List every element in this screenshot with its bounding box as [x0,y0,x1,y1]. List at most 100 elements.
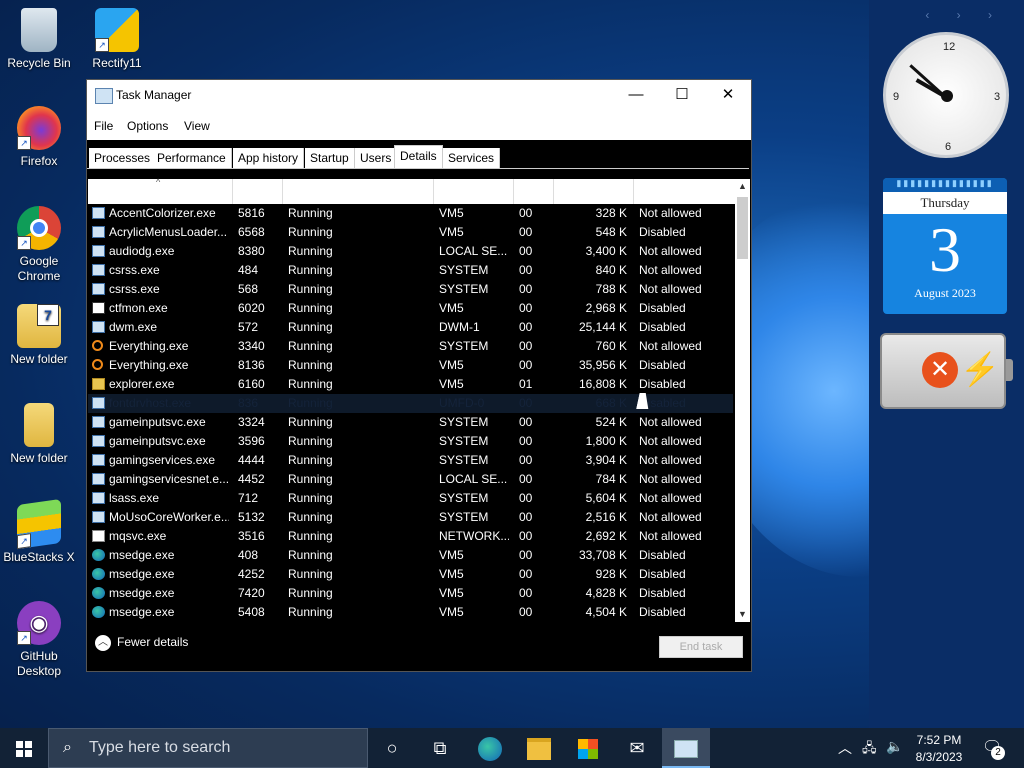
store-icon[interactable] [564,728,612,768]
fewer-details-button[interactable]: ︿ Fewer details [95,635,188,651]
clock-tray[interactable]: 7:52 PM 8/3/2023 [915,733,963,764]
cell-uac: Not allowed [639,434,702,448]
cell-mem: 4,828 K [585,586,627,600]
desktop-icon-new-folder-1[interactable]: 7 New folder [0,304,78,367]
cell-cpu: 00 [519,358,533,372]
cell-uac: Disabled [639,358,686,372]
table-row[interactable]: gameinputsvc.exe 3324 Running SYSTEM 00 524 K… [88,413,733,432]
scroll-up-icon[interactable]: ▲ [735,179,750,194]
table-row[interactable]: csrss.exe 484 Running SYSTEM 00 840 K Not allo… [88,261,733,280]
cell-pid: 712 [238,491,259,505]
network-icon[interactable]: 🖧 [862,739,877,761]
task-manager-icon[interactable] [662,728,710,768]
column-header[interactable]: ^ [88,177,735,204]
table-row[interactable]: explorer.exe 6160 Running VM5 01 16,808 K Disa… [88,375,733,394]
desktop-icon-github-desktop[interactable]: ◉ ↗ GitHub Desktop [0,601,78,679]
scroll-thumb[interactable] [737,197,748,259]
desktop-icon-rectify11[interactable]: ↗ Rectify11 Control [78,8,156,72]
cell-user: SYSTEM [439,491,489,505]
tab-processes[interactable]: Processes [89,148,157,168]
tab-startup[interactable]: Startup [305,148,355,168]
desktop-icon-firefox[interactable]: ↗ Firefox [0,106,78,169]
cell-mem: 524 K [595,415,627,429]
desktop-icon-bluestacks[interactable]: ↗ BlueStacks X [0,498,78,565]
tab-details[interactable]: Details [394,145,443,169]
cell-status: Running [288,396,333,410]
cell-uac: Disabled [639,605,686,619]
start-button[interactable] [0,728,48,768]
desktop-icon-label: New folder [10,352,68,366]
table-row[interactable]: AcrylicMenusLoader... 6568 Running VM5 00 548… [88,223,733,242]
desktop-icon-label: GitHub Desktop [16,649,62,678]
table-row[interactable]: lsass.exe 712 Running SYSTEM 00 5,604 K Not al… [88,489,733,508]
table-row[interactable]: ctfmon.exe 6020 Running VM5 00 2,968 K Disable… [88,299,733,318]
cell-uac: Not allowed [639,415,702,429]
process-app-icon [92,245,105,257]
cell-name: csrss.exe [109,263,160,277]
title-bar[interactable]: Task Manager — ☐ ✕ [87,80,751,112]
cell-user: SYSTEM [439,263,489,277]
process-key-icon [92,359,103,370]
table-row[interactable]: AccentColorizer.exe 5816 Running VM5 00 328 K… [88,204,733,223]
table-row[interactable]: fontdrvhost.exe 836 Running UMFD-0 00 668 K Di… [88,394,733,413]
cortana-icon[interactable]: ○ [368,728,416,768]
tab-services[interactable]: Services [443,148,501,168]
menu-view[interactable]: View [184,119,210,133]
cell-user: VM5 [439,605,464,619]
vertical-scrollbar[interactable]: ▲ ▼ [735,179,750,622]
clock-center [941,90,953,102]
maximize-button[interactable]: ☐ [659,80,705,110]
table-row[interactable]: msedge.exe 408 Running VM5 00 33,708 K Disable… [88,546,733,565]
table-row[interactable]: gameinputsvc.exe 3596 Running SYSTEM 00 1,800… [88,432,733,451]
process-app-icon [92,416,105,428]
end-task-button[interactable]: End task [659,636,743,658]
cell-mem: 760 K [595,339,627,353]
table-row[interactable]: gamingservices.exe 4444 Running SYSTEM 00 3,9… [88,451,733,470]
table-row[interactable]: audiodg.exe 8380 Running LOCAL SE... 00 3,400… [88,242,733,261]
cell-mem: 788 K [595,282,627,296]
desktop-icon-recycle-bin[interactable]: Recycle Bin [0,8,78,71]
table-row[interactable]: MoUsoCoreWorker.e... 5132 Running SYSTEM 00 2… [88,508,733,527]
cell-cpu: 00 [519,548,533,562]
cell-user: SYSTEM [439,282,489,296]
volume-icon[interactable]: 🔈 [886,738,903,755]
show-hidden-icons-chevron-icon[interactable]: ︿ [838,738,852,758]
close-button[interactable]: ✕ [705,80,751,110]
tab-app-history[interactable]: App history [233,148,305,168]
cell-cpu: 00 [519,472,533,486]
mail-icon[interactable]: ✉ [613,728,661,768]
table-row[interactable]: msedge.exe 5408 Running VM5 00 4,504 K Disable… [88,603,733,622]
cell-name: msedge.exe [109,586,175,600]
file-explorer-icon[interactable] [515,728,563,768]
tab-performance[interactable]: Performance [152,148,232,168]
table-row[interactable]: Everything.exe 8136 Running VM5 00 35,956 K Di… [88,356,733,375]
notifications-icon[interactable]: 🗨 2 [982,737,1005,760]
cell-uac: Not allowed [639,529,702,543]
cell-name: msedge.exe [109,605,175,619]
minimize-button[interactable]: — [613,80,659,110]
table-row[interactable]: msedge.exe 7420 Running VM5 00 4,828 K Disable… [88,584,733,603]
desktop-icon-new-folder-2[interactable]: New folder [0,403,78,466]
clock-number: 9 [893,91,900,103]
menu-file[interactable]: File [94,119,113,133]
widget-nav-arrows[interactable]: ‹ › › [925,8,1004,22]
search-box[interactable]: ⌕ Type here to search [48,728,368,768]
cell-uac: Not allowed [639,206,702,220]
tab-users[interactable]: Users [355,148,398,168]
edge-icon[interactable] [466,728,514,768]
task-view-icon[interactable]: ⧉ [416,728,464,768]
firefox-icon: ↗ [17,106,61,150]
table-row[interactable]: dwm.exe 572 Running DWM-1 00 25,144 K Disabled [88,318,733,337]
table-row[interactable]: csrss.exe 568 Running SYSTEM 00 788 K Not allo… [88,280,733,299]
cell-cpu: 00 [519,339,533,353]
table-row[interactable]: Everything.exe 3340 Running SYSTEM 00 760 K No… [88,337,733,356]
scroll-down-icon[interactable]: ▼ [735,607,750,622]
process-app-icon [92,435,105,447]
table-row[interactable]: msedge.exe 4252 Running VM5 00 928 K Disabled [88,565,733,584]
table-row[interactable]: mqsvc.exe 3516 Running NETWORK... 00 2,692 K N… [88,527,733,546]
cell-user: VM5 [439,358,464,372]
desktop-icon-chrome[interactable]: ↗ Google Chrome [0,206,78,284]
table-row[interactable]: gamingservicesnet.e... 4452 Running LOCAL S… [88,470,733,489]
process-edge-icon [92,549,105,561]
menu-options[interactable]: Options [127,119,168,133]
